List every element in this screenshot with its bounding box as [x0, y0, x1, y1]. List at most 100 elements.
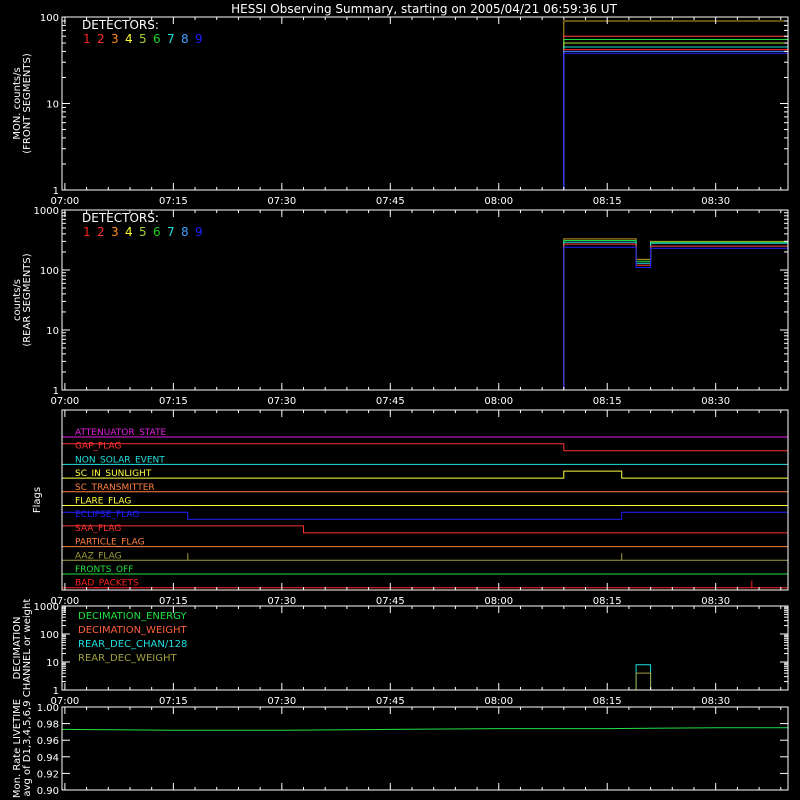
flag-label: ECLIPSE_FLAG — [75, 510, 139, 520]
front-series-line — [62, 50, 788, 191]
flags-x-label: 07:15 — [159, 596, 188, 607]
decimation-legend-entry: DECIMATION_WEIGHT — [78, 625, 187, 636]
livetime-ylabel: avg of D1,3,4,5,6,9 — [22, 700, 33, 796]
front-series-line — [62, 49, 788, 191]
flag-line — [62, 580, 788, 589]
rear-legend-entry: 9 — [195, 225, 203, 239]
decimation-legend-entry: REAR_DEC_CHAN/128 — [78, 639, 187, 650]
rear-series-line — [62, 241, 788, 391]
rear-legend-entry: 2 — [97, 225, 105, 239]
decimation-ylabel: CHANNEL or weight — [22, 599, 33, 698]
rear-legend-entry: 3 — [111, 225, 119, 239]
flag-label: SAA_FLAG — [75, 524, 121, 534]
rear-legend-entry: 5 — [139, 225, 147, 239]
front-x-label: 08:15 — [593, 196, 622, 207]
rear-legend-entry: 8 — [181, 225, 189, 239]
decimation-x-label: 07:15 — [159, 696, 188, 707]
front-series-line — [62, 42, 788, 191]
rear-series-line — [62, 246, 788, 391]
flags-ylabel: Flags — [32, 487, 43, 513]
rear-x-label: 07:15 — [159, 396, 188, 407]
rear-x-label: 07:45 — [376, 396, 405, 407]
livetime-y-label: 1.00 — [37, 703, 59, 714]
front-legend-entry: 2 — [97, 32, 105, 46]
livetime-y-label: 0.96 — [37, 736, 59, 747]
decimation-y-label: 10 — [46, 658, 59, 669]
flag-label: SC_TRANSMITTER — [75, 483, 155, 493]
flag-label: PARTICLE_FLAG — [75, 538, 145, 548]
flag-label: FLARE_FLAG — [75, 497, 131, 507]
rear-y-label: 100 — [40, 266, 59, 277]
rear-y-label: 10 — [46, 326, 59, 337]
livetime-y-label: 0.92 — [37, 769, 59, 780]
decimation-x-label: 07:30 — [267, 696, 296, 707]
rear-legend-entry: 1 — [83, 225, 91, 239]
front-series-line — [62, 20, 788, 191]
flags-x-label: 08:15 — [593, 596, 622, 607]
rear-x-label: 07:30 — [267, 396, 296, 407]
flag-label: SC_IN_SUNLIGHT — [75, 469, 152, 479]
rear-x-label: 08:30 — [701, 396, 730, 407]
front-legend-entry: 9 — [195, 32, 203, 46]
rear-ylabel: (REAR SEGMENTS) — [22, 253, 33, 346]
rear-series-line — [62, 243, 788, 391]
flags-x-label: 07:45 — [376, 596, 405, 607]
decimation-x-label: 08:00 — [484, 696, 513, 707]
plot-title: HESSI Observing Summary, starting on 200… — [231, 2, 617, 16]
rear-series-line — [62, 238, 788, 391]
flags-x-label: 07:30 — [267, 596, 296, 607]
decimation-series-line — [62, 672, 788, 691]
flag-label: BAD_PACKETS — [75, 579, 139, 589]
flag-label: GAP_FLAG — [75, 442, 121, 452]
flags-x-label: 08:30 — [701, 596, 730, 607]
decimation-x-label: 08:30 — [701, 696, 730, 707]
front-legend-entry: 8 — [181, 32, 189, 46]
front-legend-title: DETECTORS: — [82, 18, 159, 32]
front-series-line — [62, 39, 788, 191]
front-series-line — [62, 46, 788, 191]
livetime-y-label: 0.94 — [37, 753, 59, 764]
front-series-line — [62, 35, 788, 191]
decimation-legend-entry: REAR_DEC_WEIGHT — [78, 653, 177, 664]
rear-legend-title: DETECTORS: — [82, 211, 159, 225]
rear-legend-entry: 4 — [125, 225, 133, 239]
front-legend-entry: 3 — [111, 32, 119, 46]
flag-line — [62, 443, 788, 452]
front-x-label: 07:15 — [159, 196, 188, 207]
front-legend-entry: 7 — [167, 32, 175, 46]
front-legend-entry: 5 — [139, 32, 147, 46]
rear-legend-entry: 6 — [153, 225, 161, 239]
front-x-label: 08:30 — [701, 196, 730, 207]
livetime-series-line — [61, 727, 788, 731]
front-x-label: 07:45 — [376, 196, 405, 207]
livetime-frame — [61, 706, 789, 791]
decimation-x-label: 07:45 — [376, 696, 405, 707]
rear-legend-entry: 7 — [167, 225, 175, 239]
flag-label: FRONTS_OFF — [75, 565, 133, 575]
plot-svg: HESSI Observing Summary, starting on 200… — [12, 2, 789, 798]
decimation-x-label: 08:15 — [593, 696, 622, 707]
livetime-y-label: 0.90 — [37, 786, 59, 797]
livetime-y-label: 0.98 — [37, 720, 59, 731]
rear-x-label: 08:15 — [593, 396, 622, 407]
front-y-label: 10 — [46, 100, 59, 111]
flags-x-label: 08:00 — [484, 596, 513, 607]
front-x-label: 08:00 — [484, 196, 513, 207]
flag-label: ATTENUATOR_STATE — [75, 428, 167, 438]
flag-label: NON_SOLAR_EVENT — [75, 455, 165, 465]
rear-x-label: 07:00 — [50, 396, 79, 407]
flag-line — [62, 525, 788, 534]
rear-series-line — [62, 240, 788, 391]
front-x-label: 07:30 — [267, 196, 296, 207]
flag-label: AAZ_FLAG — [75, 551, 122, 561]
decimation-y-label: 1000 — [34, 602, 59, 613]
front-legend-entry: 6 — [153, 32, 161, 46]
front-ylabel: (FRONT SEGMENTS) — [22, 53, 33, 154]
flag-line — [62, 470, 788, 479]
rear-x-label: 08:00 — [484, 396, 513, 407]
front-legend-entry: 1 — [83, 32, 91, 46]
front-series-line — [62, 52, 788, 191]
flag-line — [62, 511, 788, 520]
decimation-series-line — [62, 664, 788, 691]
flag-line — [62, 553, 788, 561]
